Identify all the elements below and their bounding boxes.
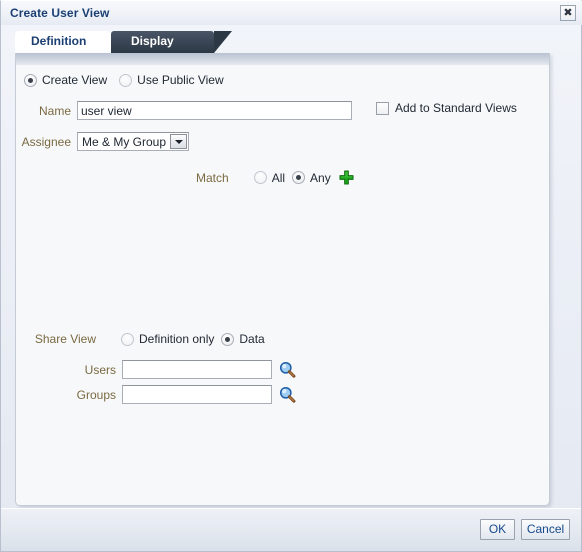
radio-share-data-label: Data	[239, 332, 265, 346]
radio-match-all-label: All	[271, 170, 286, 185]
users-label: Users	[84, 362, 116, 377]
radio-match-all[interactable]	[253, 171, 267, 184]
assignee-select[interactable]: Me & My Group	[77, 132, 189, 151]
radio-create-view-label: Create View	[42, 73, 108, 87]
groups-label: Groups	[76, 387, 116, 402]
dialog-title: Create User View	[10, 6, 110, 20]
footer-divider	[1, 508, 581, 509]
close-button[interactable]: ✖	[560, 5, 576, 21]
users-row: Users	[16, 360, 296, 379]
radio-use-public-view-label: Use Public View	[137, 73, 224, 87]
radio-match-any[interactable]	[292, 171, 306, 184]
cancel-button[interactable]: Cancel	[521, 519, 570, 540]
definition-panel: Create View Use Public View Name Add to …	[15, 53, 550, 506]
ok-button[interactable]: OK	[480, 519, 515, 540]
share-view-label: Share View	[34, 332, 96, 346]
search-icon[interactable]	[279, 361, 296, 378]
radio-match-any-label: Any	[310, 170, 331, 185]
create-user-view-dialog: Create User View ✖ Definition Display Cr…	[0, 0, 582, 552]
view-source-radio-group: Create View Use Public View	[24, 73, 224, 87]
dialog-titlebar: Create User View ✖	[1, 1, 582, 25]
tab-display[interactable]: Display	[111, 31, 232, 53]
add-to-standard-views-label: Add to Standard Views	[395, 101, 517, 115]
panel-top-band	[16, 53, 549, 65]
add-to-standard-views-row: Add to Standard Views	[376, 101, 517, 115]
add-to-standard-views-checkbox[interactable]	[376, 101, 389, 115]
radio-definition-only[interactable]	[121, 332, 134, 346]
plus-icon[interactable]	[339, 170, 354, 185]
search-icon[interactable]	[279, 386, 296, 403]
dialog-footer: OK Cancel	[1, 508, 581, 551]
name-label: Name	[38, 103, 71, 118]
radio-use-public-view[interactable]	[119, 73, 133, 87]
groups-row: Groups	[16, 385, 296, 404]
tabstrip: Definition Display	[15, 31, 569, 53]
tab-definition[interactable]: Definition	[15, 31, 126, 53]
assignee-label: Assignee	[21, 134, 71, 149]
assignee-row: Assignee Me & My Group	[16, 132, 189, 151]
chevron-down-icon[interactable]	[170, 134, 187, 149]
radio-create-view[interactable]	[24, 73, 37, 87]
name-input[interactable]	[77, 101, 352, 120]
share-view-row: Share View Definition only Data	[16, 332, 265, 346]
users-input[interactable]	[122, 360, 272, 379]
radio-definition-only-label: Definition only	[139, 332, 215, 346]
radio-share-data[interactable]	[221, 332, 235, 346]
groups-input[interactable]	[122, 385, 272, 404]
match-row: Match All Any	[196, 170, 354, 185]
name-row: Name	[16, 101, 352, 120]
close-icon: ✖	[563, 6, 573, 19]
assignee-select-value: Me & My Group	[82, 134, 167, 149]
match-label: Match	[196, 170, 229, 185]
